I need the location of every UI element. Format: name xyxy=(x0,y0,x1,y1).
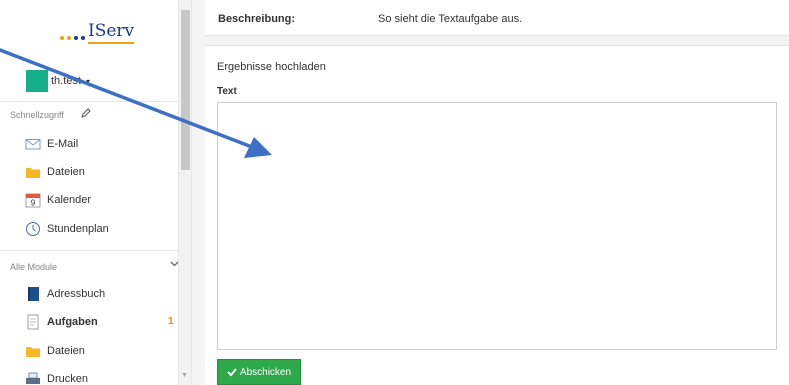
upload-title: Ergebnisse hochladen xyxy=(217,61,326,73)
sidebar-item-label: Aufgaben xyxy=(47,316,98,328)
description-label: Beschreibung: xyxy=(218,13,296,25)
caret-down-icon: ▾ xyxy=(86,77,91,86)
text-field-label: Text xyxy=(217,86,237,97)
sidebar-item-addressbook[interactable]: Adressbuch xyxy=(0,282,178,308)
sidebar-item-files[interactable]: Dateien xyxy=(0,160,178,186)
sidebar-item-files-module[interactable]: Dateien xyxy=(0,339,178,365)
svg-text:9: 9 xyxy=(31,199,36,208)
sidebar-item-label: Adressbuch xyxy=(47,288,106,300)
description-panel: Beschreibung: So sieht die Textaufgabe a… xyxy=(205,0,789,36)
all-modules-label: Alle Module xyxy=(10,262,58,272)
checkmark-icon xyxy=(227,368,237,377)
app-window: IServ th.test ▾ Schnellzugriff E-Mail Da… xyxy=(0,0,789,385)
description-value: So sieht die Textaufgabe aus. xyxy=(378,13,523,25)
logo-text: IServ xyxy=(88,22,135,44)
upload-results-panel: Ergebnisse hochladen Text Abschicken xyxy=(205,45,789,385)
sidebar-item-label: E-Mail xyxy=(47,138,79,150)
sidebar: IServ th.test ▾ Schnellzugriff E-Mail Da… xyxy=(0,0,179,385)
submit-button-label: Abschicken xyxy=(239,366,292,378)
mail-icon xyxy=(25,136,41,152)
sidebar-item-calendar[interactable]: 9 Kalender xyxy=(0,188,178,214)
scrollbar-thumb[interactable] xyxy=(181,10,190,170)
pencil-icon[interactable] xyxy=(81,108,91,121)
sidebar-item-print[interactable]: Drucken xyxy=(0,367,178,385)
folder-icon xyxy=(25,164,41,180)
folder-icon xyxy=(25,343,41,359)
calendar-icon: 9 xyxy=(25,192,41,208)
sidebar-item-tasks[interactable]: Aufgaben 1 xyxy=(0,310,178,336)
avatar xyxy=(26,70,48,92)
quick-access-label: Schnellzugriff xyxy=(10,110,64,120)
logo-dots xyxy=(58,36,88,42)
printer-icon xyxy=(25,371,41,385)
clock-icon xyxy=(25,221,41,237)
main-content: Beschreibung: So sieht die Textaufgabe a… xyxy=(192,0,789,385)
sidebar-item-label: Kalender xyxy=(47,194,92,206)
answer-text-input[interactable] xyxy=(217,102,777,350)
divider xyxy=(0,101,178,102)
sidebar-item-timetable[interactable]: Stundenplan xyxy=(0,217,178,243)
tasks-icon xyxy=(25,314,41,330)
user-menu[interactable]: th.test ▾ xyxy=(0,66,178,98)
addressbook-icon xyxy=(25,286,41,302)
sidebar-item-label: Drucken xyxy=(47,373,88,385)
divider xyxy=(0,250,178,251)
sidebar-item-label: Dateien xyxy=(47,166,85,178)
sidebar-item-label: Stundenplan xyxy=(47,223,109,235)
submit-button[interactable]: Abschicken xyxy=(217,359,301,385)
user-name: th.test xyxy=(51,75,81,87)
sidebar-item-email[interactable]: E-Mail xyxy=(0,132,178,158)
task-count-badge: 1 xyxy=(168,316,174,327)
sidebar-item-label: Dateien xyxy=(47,345,85,357)
sidebar-scrollbar[interactable]: ▼ xyxy=(178,0,192,385)
scroll-down-icon[interactable]: ▼ xyxy=(181,372,188,379)
